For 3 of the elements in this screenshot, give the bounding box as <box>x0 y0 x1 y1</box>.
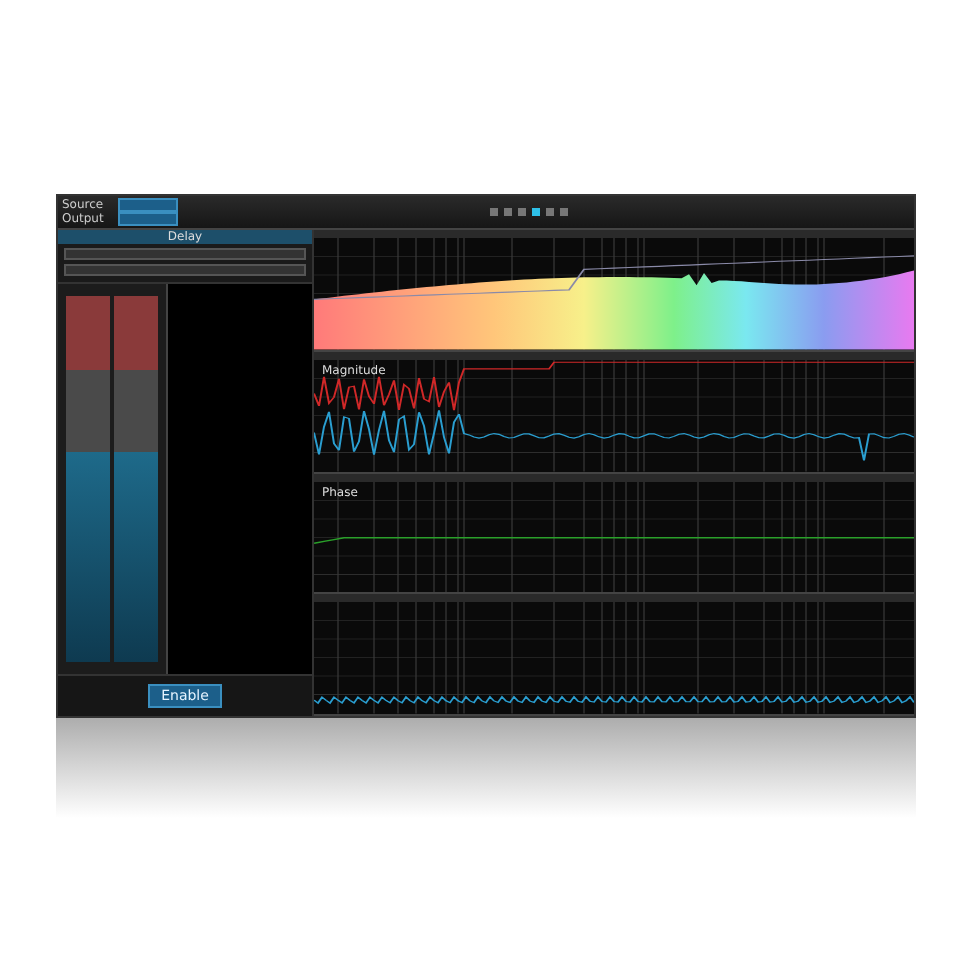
dropdown[interactable] <box>118 212 178 226</box>
toolbar-icons[interactable] <box>488 206 570 218</box>
dropdown[interactable] <box>118 198 178 212</box>
